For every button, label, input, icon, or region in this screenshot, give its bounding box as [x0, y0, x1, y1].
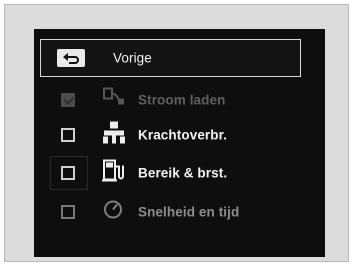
display-frame: Vorige Stroom laden Krachtoverbr. Bereik… — [4, 4, 349, 262]
item-checkbox[interactable] — [61, 166, 75, 180]
menu-item-bereik-brst[interactable]: Bereik & brst. — [34, 154, 325, 192]
menu-item-stroom-laden: Stroom laden — [34, 81, 325, 119]
item-label: Stroom laden — [138, 92, 226, 108]
item-checkbox[interactable] — [61, 205, 75, 219]
back-menu-item[interactable]: Vorige — [40, 39, 301, 77]
menu-item-krachtoverbr[interactable]: Krachtoverbr. — [34, 116, 325, 154]
menu-screen: Vorige Stroom laden Krachtoverbr. Bereik… — [34, 29, 325, 257]
back-arrow-icon — [57, 49, 85, 67]
back-label: Vorige — [113, 50, 152, 66]
item-label: Krachtoverbr. — [138, 127, 228, 143]
item-label: Snelheid en tijd — [138, 204, 240, 220]
menu-item-snelheid-tijd[interactable]: Snelheid en tijd — [34, 193, 325, 231]
item-checkbox[interactable] — [61, 128, 75, 142]
item-checkbox — [61, 93, 75, 107]
power-flow-icon — [102, 121, 126, 150]
speed-time-icon — [102, 199, 124, 226]
item-label: Bereik & brst. — [138, 165, 228, 181]
fuel-range-icon — [102, 159, 124, 188]
charging-plug-icon — [102, 87, 126, 114]
